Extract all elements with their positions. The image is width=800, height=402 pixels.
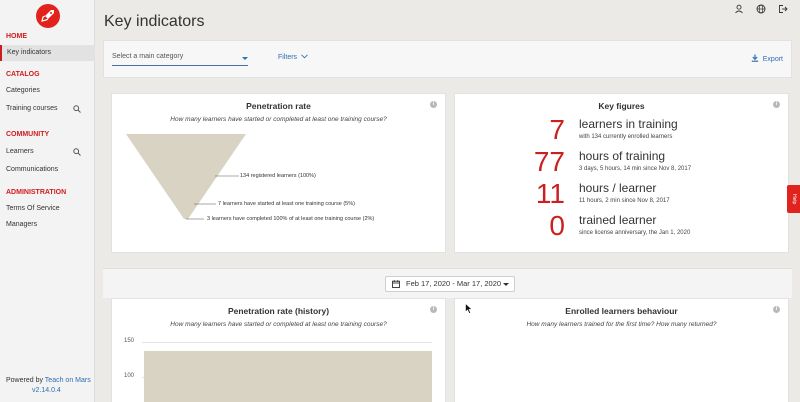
penetration-history-title: Penetration rate (history) (227, 306, 330, 316)
key-figure-sub: with 134 currently enrolled learners (579, 134, 673, 140)
key-figure-row: 77 hours of training 3 days, 5 hours, 14… (455, 147, 795, 179)
search-icon[interactable] (73, 105, 81, 113)
sidebar-item-managers[interactable]: Managers (0, 217, 95, 233)
sidebar-item-learners[interactable]: Learners (0, 144, 95, 160)
key-figure-value: 11 (535, 178, 565, 209)
teach-on-mars-logo[interactable] (36, 4, 60, 28)
key-figure-value: 77 (533, 146, 565, 177)
history-area (144, 351, 432, 402)
funnel-label-completed: 3 learners have completed 100% of at lea… (207, 216, 375, 222)
sidebar-item-label: Training courses (6, 105, 58, 112)
help-tab[interactable]: Help (787, 185, 800, 213)
info-icon[interactable]: i (430, 101, 437, 108)
user-icon[interactable] (734, 4, 744, 14)
funnel-label-started: 7 learners have started at least one tra… (218, 201, 355, 207)
main-category-placeholder: Select a main category (112, 53, 184, 60)
learners-behaviour-subtitle: How many learners trained for the first … (526, 321, 717, 328)
key-figure-sub: 3 days, 5 hours, 14 min since Nov 8, 201… (579, 166, 692, 172)
nav-section-community: COMMUNITY (6, 131, 50, 138)
key-figure-sub: 11 hours, 2 min since Nov 8, 2017 (579, 198, 670, 204)
sidebar-item-label: Terms Of Service (6, 205, 60, 212)
key-figures-panel: Key figures i 7 learners in training wit… (454, 93, 789, 253)
top-icons (734, 4, 788, 14)
sidebar-item-communications[interactable]: Communications (0, 162, 95, 178)
learners-behaviour-title: Enrolled learners behaviour (565, 306, 678, 316)
key-figure-label: learners in training (579, 117, 678, 131)
sidebar-item-label: Key indicators (7, 49, 51, 56)
download-icon (751, 54, 759, 62)
sidebar-item-label: Categories (6, 87, 40, 94)
penetration-rate-title: Penetration rate (246, 101, 311, 111)
nav-section-administration: ADMINISTRATION (6, 189, 67, 196)
key-figure-row: 0 trained learner since license annivers… (455, 211, 795, 243)
calendar-icon (392, 280, 400, 288)
funnel-chart (126, 134, 246, 220)
sidebar-item-categories[interactable]: Categories (0, 83, 95, 99)
page-title: Key indicators (104, 13, 205, 30)
nav-section-home: HOME (6, 33, 27, 40)
nav-section-catalog: CATALOG (6, 71, 40, 78)
brand-link[interactable]: Teach on Mars (45, 377, 91, 384)
info-icon[interactable]: i (430, 306, 437, 313)
globe-icon[interactable] (756, 4, 766, 14)
key-figure-sub: since license anniversary, the Jan 1, 20… (579, 230, 691, 236)
info-icon[interactable]: i (773, 306, 780, 313)
penetration-history-panel: Penetration rate (history) i How many le… (111, 298, 446, 402)
key-figure-label: hours / learner (579, 181, 657, 195)
y-tick-label: 100 (124, 373, 135, 379)
export-button[interactable]: Export (751, 54, 783, 63)
date-range-bar: Feb 17, 2020 - Mar 17, 2020 (103, 268, 792, 298)
chevron-down-icon (242, 57, 248, 60)
key-figure-label: trained learner (579, 213, 657, 227)
key-figure-row: 11 hours / learner 11 hours, 2 min since… (455, 179, 795, 211)
sidebar-item-label: Learners (6, 148, 34, 155)
penetration-rate-panel: Penetration rate i How many learners hav… (111, 93, 446, 253)
sidebar-item-key-indicators[interactable]: Key indicators (0, 45, 95, 61)
key-figure-label: hours of training (579, 149, 666, 163)
y-tick-label: 150 (124, 338, 135, 344)
sidebar-item-terms-of-service[interactable]: Terms Of Service (0, 201, 95, 217)
powered-by: Powered by Teach on Mars (6, 377, 91, 384)
export-label: Export (762, 56, 783, 63)
date-range-label: Feb 17, 2020 - Mar 17, 2020 (406, 279, 502, 288)
info-icon[interactable]: i (773, 101, 780, 108)
rocket-icon (41, 10, 54, 22)
date-range-picker[interactable]: Feb 17, 2020 - Mar 17, 2020 (385, 276, 515, 292)
chevron-down-icon (301, 54, 308, 59)
funnel-label-registered: 134 registered learners (100%) (240, 173, 316, 179)
sidebar-item-training-courses[interactable]: Training courses (0, 101, 95, 117)
sidebar-item-label: Communications (6, 166, 59, 173)
filters-button[interactable]: Filters (278, 54, 308, 61)
powered-by-text: Powered by (6, 377, 43, 384)
key-figure-row: 7 learners in training with 134 currentl… (455, 115, 795, 147)
penetration-rate-subtitle: How many learners have started or comple… (170, 116, 387, 123)
key-figure-value: 7 (549, 114, 565, 145)
search-icon[interactable] (73, 148, 81, 156)
sidebar-item-label: Managers (6, 221, 38, 228)
learners-behaviour-panel: Enrolled learners behaviour i How many l… (454, 298, 789, 402)
caret-down-icon (503, 283, 509, 286)
key-figures-title: Key figures (598, 101, 645, 111)
logout-icon[interactable] (778, 4, 788, 14)
sidebar: HOME Key indicators CATALOG Categories T… (0, 0, 95, 402)
version-label: v2.14.0.4 (32, 387, 61, 394)
penetration-history-subtitle: How many learners have started or comple… (170, 321, 387, 328)
filter-bar: Select a main category Filters Export (103, 40, 792, 78)
key-figure-value: 0 (549, 210, 565, 241)
mouse-cursor-icon (465, 303, 473, 314)
grid-line (142, 342, 432, 343)
main-category-select[interactable]: Select a main category (112, 53, 248, 66)
filters-label: Filters (278, 54, 298, 61)
